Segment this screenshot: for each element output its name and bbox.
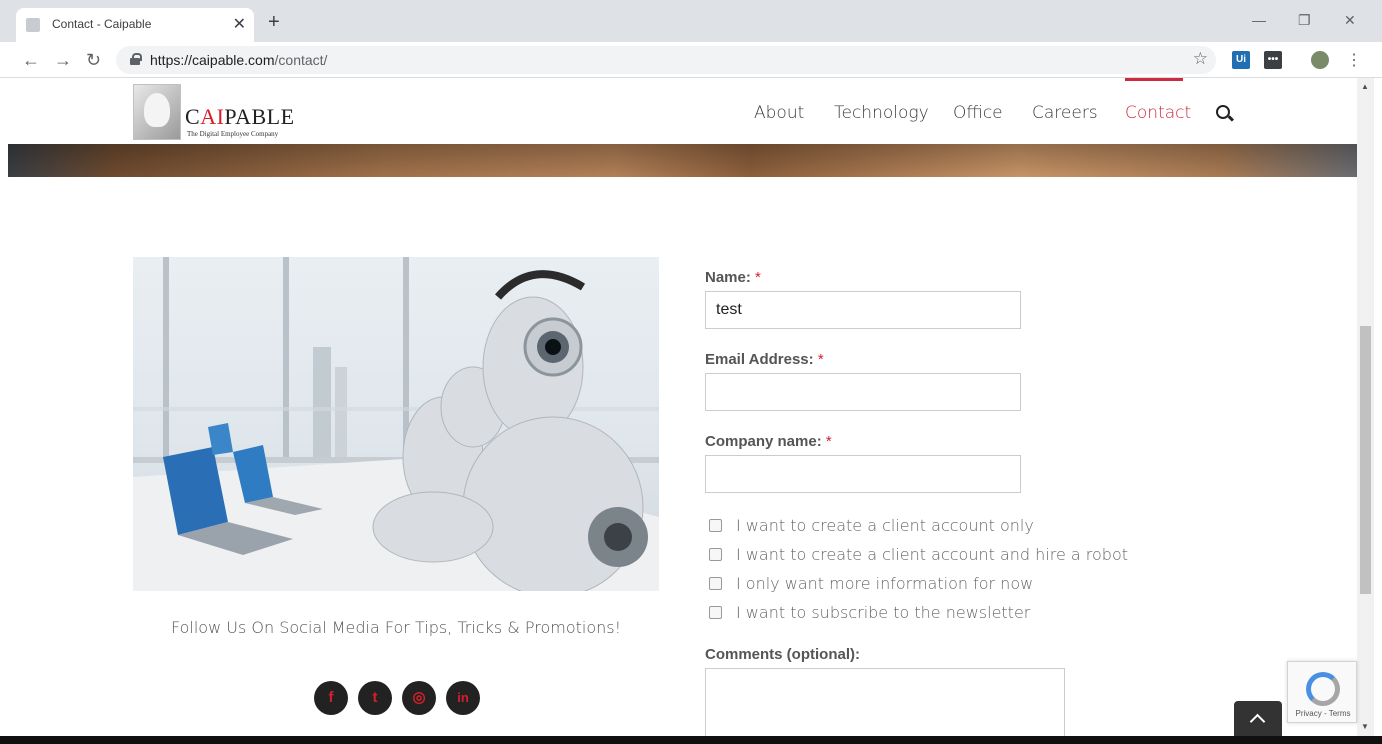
company-field[interactable] <box>705 455 1021 493</box>
browser-tab[interactable]: Contact - Caipable ✕ <box>16 8 254 42</box>
reload-icon[interactable]: ↻ <box>86 50 101 71</box>
logo-tagline: The Digital Employee Company <box>187 130 279 138</box>
name-label: Name: * <box>705 269 761 286</box>
bookmark-star-icon[interactable]: ☆ <box>1193 49 1208 69</box>
site-favicon-icon <box>26 18 40 32</box>
company-label: Company name: * <box>705 433 832 450</box>
recaptcha-badge[interactable]: Privacy - Terms <box>1287 661 1357 723</box>
name-field[interactable] <box>705 291 1021 329</box>
new-tab-button[interactable]: + <box>268 11 280 34</box>
nav-careers[interactable]: Careers <box>1032 103 1098 123</box>
forward-icon[interactable]: → <box>54 50 72 71</box>
scroll-up-icon[interactable]: ▲ <box>1361 82 1369 91</box>
logo-text: CAIPABLE <box>185 104 295 129</box>
twitter-icon[interactable]: t <box>358 681 392 715</box>
url-text: https://caipable.com/contact/ <box>150 52 328 68</box>
browser-menu-icon[interactable]: ⋮ <box>1346 50 1362 70</box>
page-scrollbar[interactable]: ▲ ▼ <box>1357 78 1374 736</box>
scroll-thumb[interactable] <box>1360 326 1371 594</box>
uipath-extension-icon[interactable]: Ui <box>1232 51 1250 69</box>
nav-technology[interactable]: Technology <box>834 103 929 123</box>
linkedin-icon[interactable]: in <box>446 681 480 715</box>
tab-title: Contact - Caipable <box>52 17 152 31</box>
hero-banner-image <box>8 144 1357 177</box>
scroll-to-top-button[interactable] <box>1234 701 1282 736</box>
recaptcha-links[interactable]: Privacy - Terms <box>1288 709 1358 718</box>
site-logo[interactable]: CAIPABLE The Digital Employee Company <box>133 84 295 140</box>
nav-active-indicator <box>1125 78 1183 81</box>
close-window-icon[interactable]: ✕ <box>1344 12 1356 29</box>
scroll-down-icon[interactable]: ▼ <box>1361 722 1369 731</box>
checkbox[interactable] <box>709 548 722 561</box>
nav-office[interactable]: Office <box>953 103 1003 123</box>
nav-about[interactable]: About <box>754 103 804 123</box>
checkbox[interactable] <box>709 519 722 532</box>
search-icon[interactable] <box>1216 105 1230 119</box>
comments-field[interactable] <box>705 668 1065 744</box>
back-icon[interactable]: ← <box>22 50 40 71</box>
comments-label: Comments (optional): <box>705 646 860 663</box>
email-label: Email Address: * <box>705 351 824 368</box>
robots-office-image <box>133 257 659 591</box>
recaptcha-icon <box>1306 672 1340 706</box>
facebook-icon[interactable]: f <box>314 681 348 715</box>
checkbox[interactable] <box>709 606 722 619</box>
site-header: CAIPABLE The Digital Employee Company Ab… <box>8 78 1357 144</box>
email-field[interactable] <box>705 373 1021 411</box>
profile-avatar[interactable] <box>1311 51 1329 69</box>
close-tab-icon[interactable]: ✕ <box>233 14 246 34</box>
restore-icon[interactable]: ❐ <box>1298 12 1311 29</box>
lock-icon <box>130 53 142 65</box>
taskbar-strip <box>0 736 1382 744</box>
browser-tab-bar: Contact - Caipable ✕ + — ❐ ✕ <box>0 0 1382 42</box>
address-bar: ← → ↻ https://caipable.com/contact/ ☆ Ui… <box>0 42 1382 78</box>
robot-logo-image <box>133 84 181 140</box>
checkbox[interactable] <box>709 577 722 590</box>
url-field[interactable]: https://caipable.com/contact/ ☆ <box>116 46 1216 74</box>
instagram-icon[interactable]: ◎ <box>402 681 436 715</box>
extension-icon[interactable]: ••• <box>1264 51 1282 69</box>
minimize-icon[interactable]: — <box>1252 12 1266 28</box>
social-media-text: Follow Us On Social Media For Tips, Tric… <box>170 618 621 637</box>
nav-contact[interactable]: Contact <box>1125 103 1191 123</box>
